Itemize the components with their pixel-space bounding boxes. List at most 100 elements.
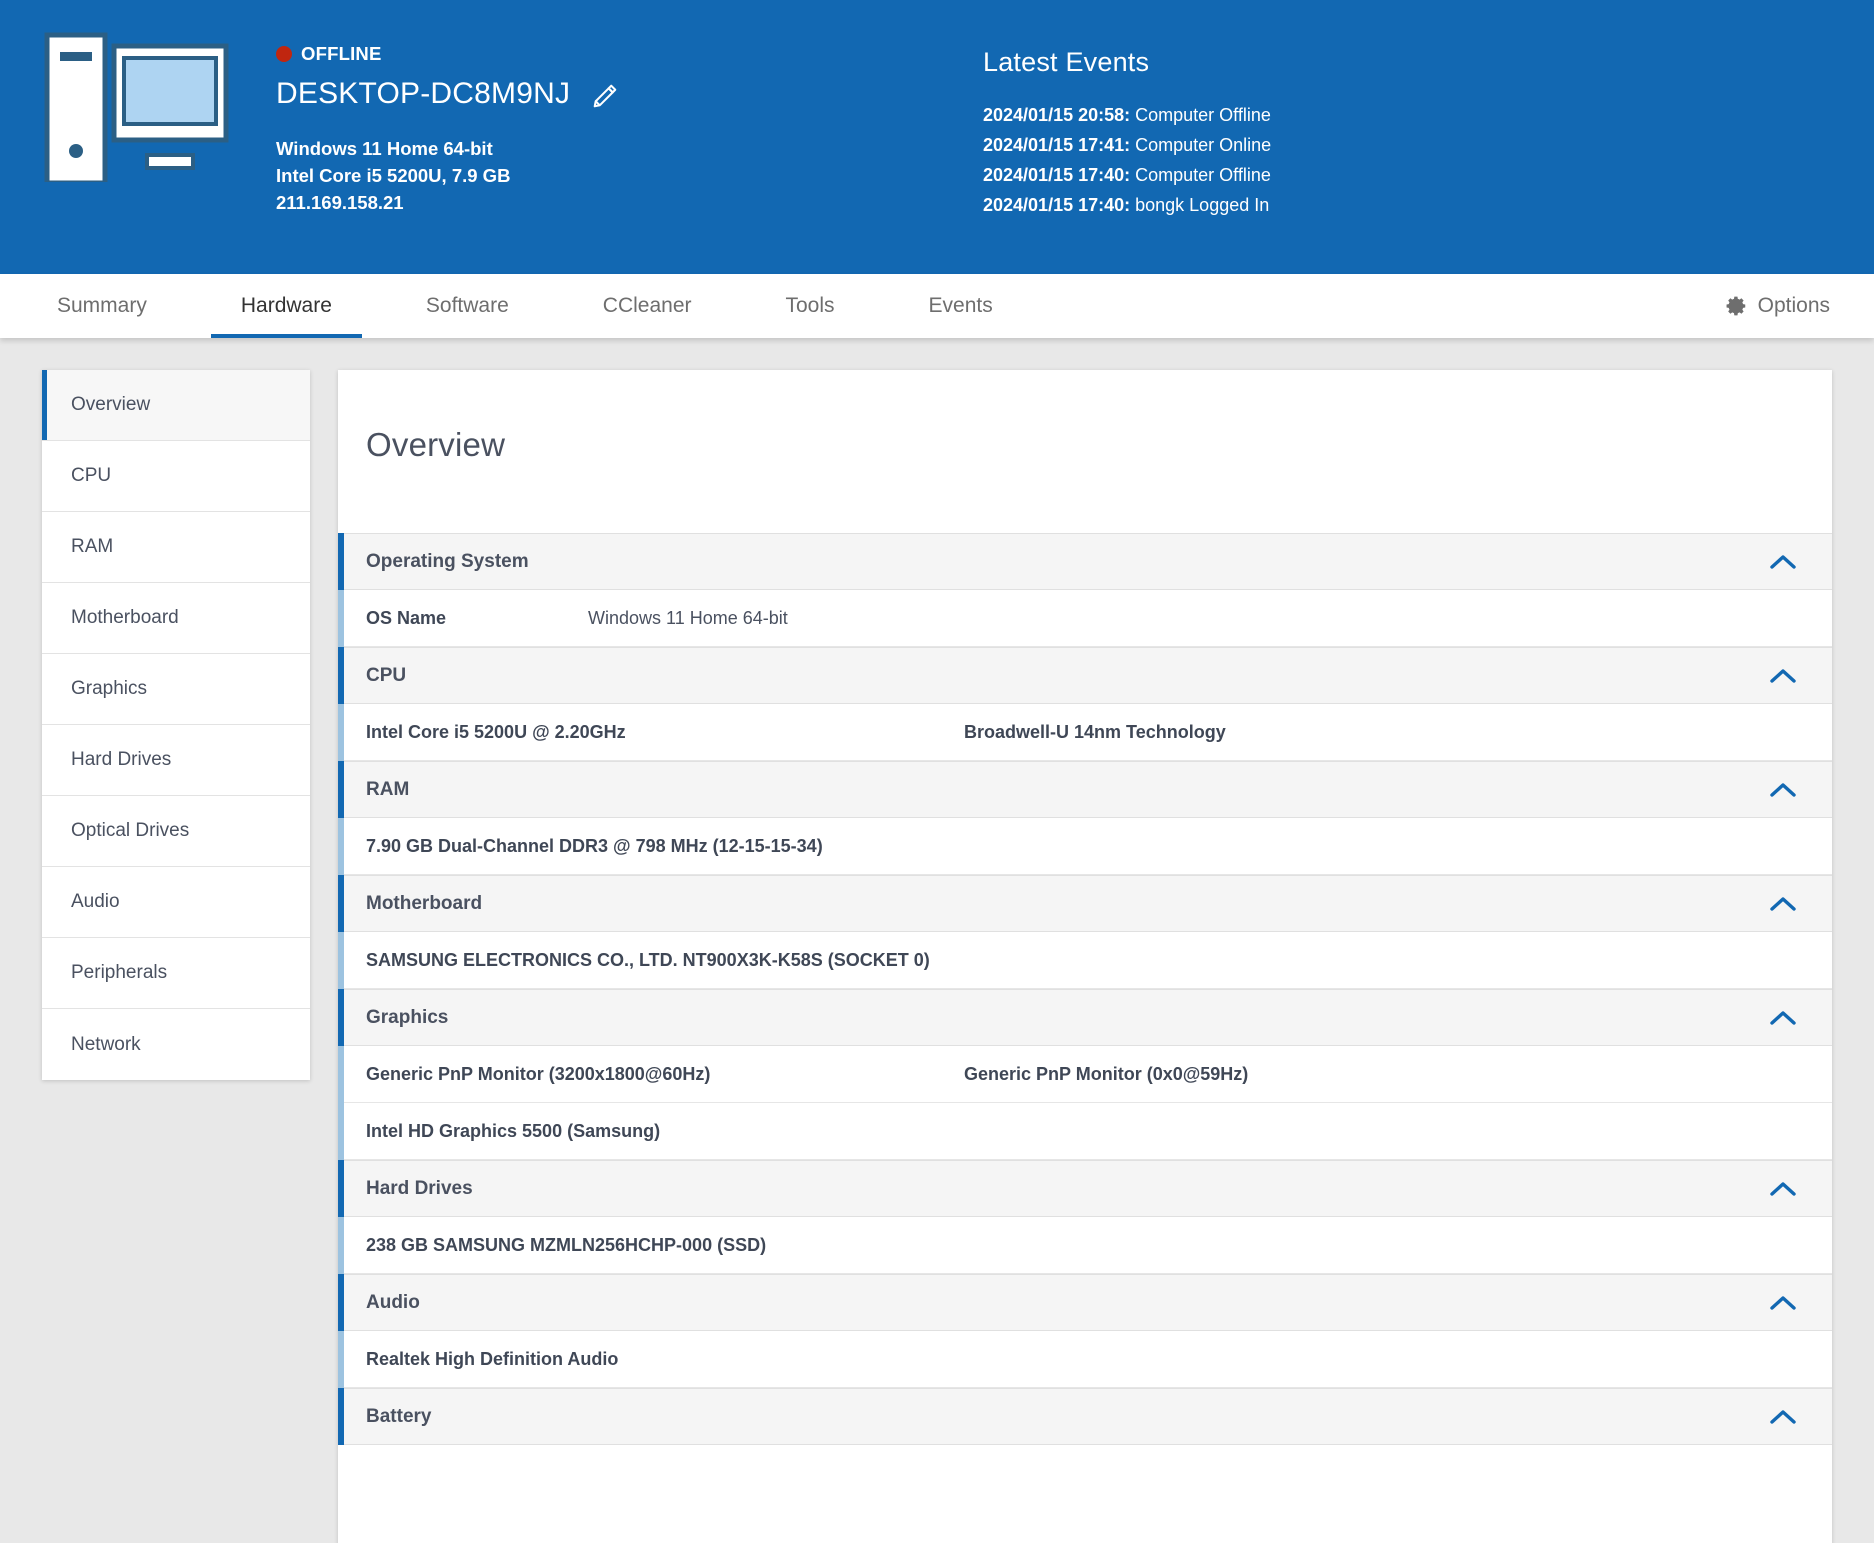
section-header-hard-drives[interactable]: Hard Drives xyxy=(338,1160,1832,1217)
main-tabbar: Summary Hardware Software CCleaner Tools Even… xyxy=(0,274,1874,338)
row-value-secondary: Generic PnP Monitor (0x0@59Hz) xyxy=(964,1063,1249,1084)
row-value: Intel HD Graphics 5500 (Samsung) xyxy=(366,1120,661,1141)
sidebar-item-label: Hard Drives xyxy=(71,749,172,770)
event-time: 2024/01/15 17:40: xyxy=(983,195,1131,215)
tab-summary[interactable]: Summary xyxy=(27,274,177,338)
event-row: 2024/01/15 17:41: Computer Online xyxy=(983,130,1271,160)
sidebar-item-network[interactable]: Network xyxy=(42,1009,310,1080)
tab-events[interactable]: Events xyxy=(899,274,1023,338)
section-row: Generic PnP Monitor (3200x1800@60Hz) Gene… xyxy=(338,1046,1832,1103)
tab-software[interactable]: Software xyxy=(396,274,539,338)
spec-ip: 211.169.158.21 xyxy=(276,192,404,213)
section-row: 7.90 GB Dual-Channel DDR3 @ 798 MHz (12-… xyxy=(338,818,1832,875)
section-row: Intel Core i5 5200U @ 2.20GHz Broadwell-U… xyxy=(338,704,1832,761)
sidebar-item-label: Graphics xyxy=(71,678,148,699)
section-title: Audio xyxy=(366,1291,420,1313)
section-list: Operating System OS Name Windows 11 Home 6… xyxy=(338,533,1832,1445)
section-title: Operating System xyxy=(366,550,529,572)
event-description: bongk Logged In xyxy=(1130,195,1270,215)
hardware-sidebar: Overview CPU RAM Motherboard Graphics Hard Dr… xyxy=(42,370,310,1080)
chevron-up-icon[interactable] xyxy=(1770,1181,1796,1197)
content-area: Overview CPU RAM Motherboard Graphics Hard Dr… xyxy=(0,338,1874,1543)
chevron-up-icon[interactable] xyxy=(1770,668,1796,684)
sidebar-item-motherboard[interactable]: Motherboard xyxy=(42,583,310,654)
row-label: OS Name xyxy=(366,607,447,628)
computer-icon xyxy=(44,32,229,182)
section-row: SAMSUNG ELECTRONICS CO., LTD. NT900X3K-K… xyxy=(338,932,1832,989)
tab-ccleaner[interactable]: CCleaner xyxy=(573,274,722,338)
section-header-cpu[interactable]: CPU xyxy=(338,647,1832,704)
sidebar-item-hard-drives[interactable]: Hard Drives xyxy=(42,725,310,796)
latest-events-title: Latest Events xyxy=(983,47,1150,77)
sidebar-item-label: CPU xyxy=(71,465,112,486)
options-button[interactable]: Options xyxy=(1726,274,1830,338)
sidebar-item-peripherals[interactable]: Peripherals xyxy=(42,938,310,1009)
row-value-secondary: Broadwell-U 14nm Technology xyxy=(964,721,1226,742)
section-header-ram[interactable]: RAM xyxy=(338,761,1832,818)
sidebar-item-overview[interactable]: Overview xyxy=(42,370,310,441)
section-row: Realtek High Definition Audio xyxy=(338,1331,1832,1388)
spec-os: Windows 11 Home 64-bit xyxy=(276,138,493,159)
row-value: 7.90 GB Dual-Channel DDR3 @ 798 MHz (12-… xyxy=(366,835,823,856)
device-name-row: DESKTOP-DC8M9NJ xyxy=(276,77,619,111)
section-header-motherboard[interactable]: Motherboard xyxy=(338,875,1832,932)
event-description: Computer Offline xyxy=(1130,105,1271,125)
sidebar-item-label: Overview xyxy=(71,394,151,415)
row-value-primary: Generic PnP Monitor (3200x1800@60Hz) xyxy=(366,1063,711,1084)
tab-hardware[interactable]: Hardware xyxy=(210,274,362,338)
options-label: Options xyxy=(1757,294,1830,317)
device-specs: Windows 11 Home 64-bit Intel Core i5 520… xyxy=(276,135,619,216)
overview-panel: Overview Operating System OS Name Windows … xyxy=(338,370,1832,1543)
section-header-operating-system[interactable]: Operating System xyxy=(338,533,1832,590)
latest-events-list: 2024/01/15 20:58: Computer Offline 2024/0… xyxy=(983,100,1271,220)
device-info-block: OFFLINE DESKTOP-DC8M9NJ Windows 11 Home … xyxy=(276,42,619,216)
pencil-icon[interactable] xyxy=(592,82,619,109)
section-header-battery[interactable]: Battery xyxy=(338,1388,1832,1445)
section-title: RAM xyxy=(366,778,410,800)
section-title: CPU xyxy=(366,664,407,686)
event-row: 2024/01/15 17:40: Computer Offline xyxy=(983,160,1271,190)
section-title: Graphics xyxy=(366,1006,449,1028)
event-description: Computer Offline xyxy=(1130,165,1271,185)
status-badge: OFFLINE xyxy=(276,42,619,66)
sidebar-item-label: Motherboard xyxy=(71,607,179,628)
chevron-up-icon[interactable] xyxy=(1770,1409,1796,1425)
sidebar-item-label: Audio xyxy=(71,891,120,912)
section-title: Motherboard xyxy=(366,892,483,914)
row-value-primary: Intel Core i5 5200U @ 2.20GHz xyxy=(366,721,626,742)
event-time: 2024/01/15 17:41: xyxy=(983,135,1131,155)
chevron-up-icon[interactable] xyxy=(1770,896,1796,912)
sidebar-item-label: RAM xyxy=(71,536,114,557)
section-title: Hard Drives xyxy=(366,1177,473,1199)
section-title: Battery xyxy=(366,1405,432,1427)
event-time: 2024/01/15 20:58: xyxy=(983,105,1131,125)
section-header-audio[interactable]: Audio xyxy=(338,1274,1832,1331)
spec-cpu-ram: Intel Core i5 5200U, 7.9 GB xyxy=(276,165,511,186)
chevron-up-icon[interactable] xyxy=(1770,1295,1796,1311)
section-row: Intel HD Graphics 5500 (Samsung) xyxy=(338,1103,1832,1160)
status-dot-icon xyxy=(276,46,292,62)
event-description: Computer Online xyxy=(1130,135,1272,155)
sidebar-item-ram[interactable]: RAM xyxy=(42,512,310,583)
device-name: DESKTOP-DC8M9NJ xyxy=(276,77,571,110)
section-row: OS Name Windows 11 Home 64-bit xyxy=(338,590,1832,647)
sidebar-item-label: Optical Drives xyxy=(71,820,190,841)
event-time: 2024/01/15 17:40: xyxy=(983,165,1131,185)
sidebar-item-graphics[interactable]: Graphics xyxy=(42,654,310,725)
sidebar-item-audio[interactable]: Audio xyxy=(42,867,310,938)
row-value: 238 GB SAMSUNG MZMLN256HCHP-000 (SSD) xyxy=(366,1234,767,1255)
gear-icon xyxy=(1726,296,1745,316)
page-title: Overview xyxy=(366,426,506,463)
row-value: Windows 11 Home 64-bit xyxy=(588,607,788,628)
row-value: SAMSUNG ELECTRONICS CO., LTD. NT900X3K-K… xyxy=(366,949,930,970)
sidebar-item-optical-drives[interactable]: Optical Drives xyxy=(42,796,310,867)
chevron-up-icon[interactable] xyxy=(1770,782,1796,798)
tab-list: Summary Hardware Software CCleaner Tools Even… xyxy=(0,274,1040,338)
section-header-graphics[interactable]: Graphics xyxy=(338,989,1832,1046)
chevron-up-icon[interactable] xyxy=(1770,1010,1796,1026)
status-label: OFFLINE xyxy=(301,43,382,64)
section-row: 238 GB SAMSUNG MZMLN256HCHP-000 (SSD) xyxy=(338,1217,1832,1274)
sidebar-item-cpu[interactable]: CPU xyxy=(42,441,310,512)
tab-tools[interactable]: Tools xyxy=(756,274,865,338)
chevron-up-icon[interactable] xyxy=(1770,554,1796,570)
